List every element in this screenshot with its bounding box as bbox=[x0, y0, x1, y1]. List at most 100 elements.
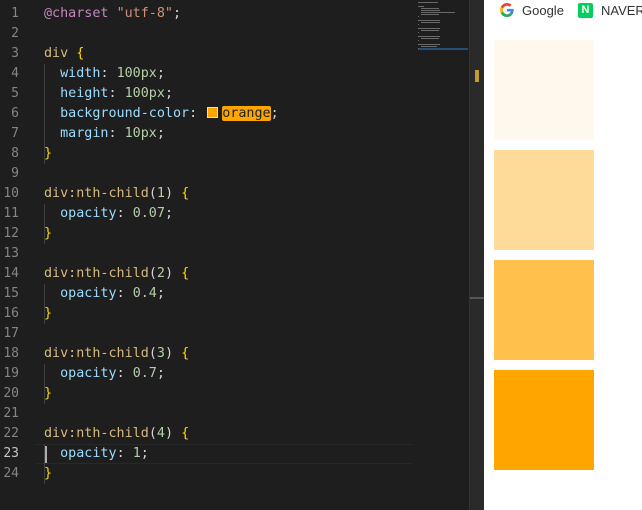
code-token: 1 bbox=[132, 446, 141, 461]
code-token: } bbox=[44, 146, 53, 161]
line-number: 5 bbox=[11, 86, 19, 101]
minimap[interactable] bbox=[418, 2, 468, 62]
code-token: { bbox=[76, 46, 85, 61]
line-number: 14 bbox=[3, 266, 19, 281]
code-token: } bbox=[44, 386, 53, 401]
code-line[interactable]: opacity: 0.4; bbox=[44, 284, 165, 304]
code-line[interactable]: height: 100px; bbox=[44, 84, 173, 104]
google-icon bbox=[500, 3, 514, 17]
editor-scrollbar[interactable] bbox=[469, 0, 484, 510]
line-number: 8 bbox=[11, 146, 19, 161]
code-token: : bbox=[189, 106, 206, 121]
code-token: div:nth-child bbox=[44, 186, 149, 201]
code-token: opacity bbox=[60, 366, 117, 381]
code-token: opacity bbox=[60, 206, 117, 221]
code-token: } bbox=[44, 306, 53, 321]
code-line[interactable]: div { bbox=[44, 44, 84, 64]
code-line[interactable]: opacity: 1; bbox=[44, 444, 149, 464]
minimap-line bbox=[418, 16, 420, 17]
line-number: 21 bbox=[3, 406, 19, 421]
minimap-line bbox=[421, 12, 455, 13]
line-number: 10 bbox=[3, 186, 19, 201]
code-token: 0.07 bbox=[132, 206, 165, 221]
minimap-cursor-line bbox=[418, 48, 468, 50]
minimap-line bbox=[418, 24, 420, 25]
indent-guide bbox=[44, 204, 45, 244]
color-swatch[interactable] bbox=[207, 107, 219, 118]
code-line[interactable]: width: 100px; bbox=[44, 64, 165, 84]
code-line[interactable]: } bbox=[44, 304, 52, 324]
bookmarks-bar: Google N NAVER bbox=[484, 0, 642, 20]
minimap-line bbox=[421, 22, 441, 23]
minimap-line bbox=[421, 14, 439, 15]
line-number: 4 bbox=[11, 66, 19, 81]
code-token: ( bbox=[148, 186, 157, 201]
minimap-line bbox=[421, 30, 439, 31]
code-line[interactable]: @charset "utf-8"; bbox=[44, 4, 181, 24]
code-token: ; bbox=[164, 86, 173, 101]
minimap-line bbox=[418, 40, 420, 41]
code-line[interactable]: opacity: 0.7; bbox=[44, 364, 165, 384]
code-token: 1 bbox=[156, 186, 165, 201]
naver-icon: N bbox=[578, 2, 593, 18]
text-cursor bbox=[45, 446, 47, 463]
line-number: 12 bbox=[3, 226, 19, 241]
code-token: ) bbox=[164, 186, 182, 201]
code-token: : bbox=[116, 446, 133, 461]
code-line[interactable]: } bbox=[44, 224, 52, 244]
code-token: div:nth-child bbox=[44, 266, 149, 281]
indent-guide bbox=[44, 64, 45, 164]
code-token: 100px bbox=[124, 86, 165, 101]
code-line[interactable]: opacity: 0.07; bbox=[44, 204, 173, 224]
code-line[interactable]: margin: 10px; bbox=[44, 124, 165, 144]
code-token: : bbox=[100, 66, 117, 81]
code-line[interactable]: div:nth-child(3) { bbox=[44, 344, 189, 364]
bookmark-naver[interactable]: N NAVER bbox=[578, 2, 642, 18]
code-token: : bbox=[108, 86, 125, 101]
code-token: : bbox=[116, 366, 133, 381]
code-token: 4 bbox=[156, 426, 165, 441]
code-token: { bbox=[181, 266, 190, 281]
code-token: ; bbox=[156, 66, 165, 81]
code-token: margin bbox=[60, 126, 109, 141]
code-line[interactable]: div:nth-child(4) { bbox=[44, 424, 189, 444]
bookmark-google[interactable]: Google bbox=[500, 2, 564, 18]
bookmark-label: NAVER bbox=[601, 2, 642, 18]
preview-box-1 bbox=[494, 40, 594, 140]
code-editor[interactable]: 1 2 3 4 5 6 7 8 9 10 11 12 13 14 15 16 17 18 19 20 21 22 23 24 … bbox=[0, 0, 470, 510]
scrollbar-color-marker bbox=[475, 70, 479, 82]
minimap-line bbox=[421, 38, 439, 39]
line-number: 9 bbox=[11, 166, 19, 181]
code-token: div:nth-child bbox=[44, 346, 149, 361]
scrollbar-position-marker[interactable] bbox=[470, 297, 484, 299]
code-line[interactable]: } bbox=[44, 144, 52, 164]
line-number-gutter: 1 2 3 4 5 6 7 8 9 10 11 12 13 14 15 16 17 18 19 20 21 22 23 24 bbox=[0, 0, 36, 510]
code-token: ; bbox=[156, 286, 165, 301]
code-token: ) bbox=[164, 346, 182, 361]
code-line[interactable]: } bbox=[44, 464, 52, 484]
code-token: div:nth-child bbox=[44, 426, 149, 441]
code-token: 0.7 bbox=[132, 366, 157, 381]
line-number: 16 bbox=[3, 306, 19, 321]
minimap-line bbox=[421, 8, 439, 9]
code-line[interactable]: div:nth-child(1) { bbox=[44, 184, 189, 204]
browser-preview: Google N NAVER bbox=[484, 0, 642, 510]
line-number: 24 bbox=[3, 466, 19, 481]
code-token: ; bbox=[173, 6, 182, 21]
code-line[interactable]: div:nth-child(2) { bbox=[44, 264, 189, 284]
code-token: { bbox=[181, 346, 190, 361]
code-line[interactable]: background-color: orange; bbox=[44, 104, 279, 124]
code-token: ; bbox=[140, 446, 149, 461]
line-number: 19 bbox=[3, 366, 19, 381]
code-token: 100px bbox=[116, 66, 157, 81]
code-line[interactable]: } bbox=[44, 384, 52, 404]
code-token: ( bbox=[148, 346, 157, 361]
minimap-line bbox=[418, 6, 424, 7]
code-token: ; bbox=[164, 206, 173, 221]
indent-guide bbox=[44, 364, 45, 404]
line-number: 23 bbox=[3, 446, 19, 461]
code-token: : bbox=[108, 126, 125, 141]
code-token: : bbox=[116, 286, 133, 301]
